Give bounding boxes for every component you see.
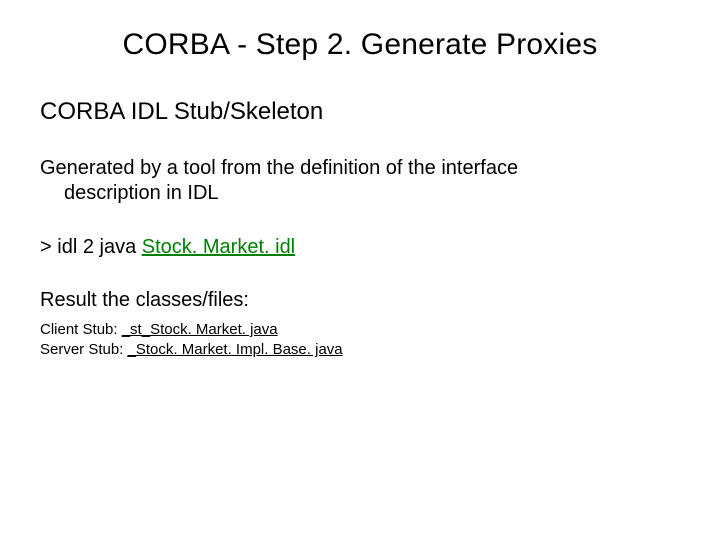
slide-title: CORBA - Step 2. Generate Proxies — [40, 28, 680, 62]
description-line-2: description in IDL — [40, 181, 680, 206]
description-line-1: Generated by a tool from the definition … — [40, 157, 518, 179]
command-line: > idl 2 java Stock. Market. idl — [40, 236, 680, 259]
server-stub-file: _Stock. Market. Impl. Base. java — [128, 341, 343, 358]
client-stub-file: _st_Stock. Market. java — [122, 321, 278, 338]
result-label: Result the classes/files: — [40, 289, 680, 312]
server-stub-label: Server Stub: — [40, 341, 128, 358]
stubs-list: Client Stub: _st_Stock. Market. java Ser… — [40, 320, 680, 361]
description-paragraph: Generated by a tool from the definition … — [40, 156, 680, 206]
command-tool: idl 2 java — [57, 236, 136, 258]
command-prompt: > — [40, 236, 52, 258]
server-stub-line: Server Stub: _Stock. Market. Impl. Base.… — [40, 340, 680, 360]
section-subhead: CORBA IDL Stub/Skeleton — [40, 98, 680, 126]
client-stub-label: Client Stub: — [40, 321, 122, 338]
slide: CORBA - Step 2. Generate Proxies CORBA I… — [0, 0, 720, 540]
client-stub-line: Client Stub: _st_Stock. Market. java — [40, 320, 680, 340]
command-argument: Stock. Market. idl — [142, 236, 295, 258]
